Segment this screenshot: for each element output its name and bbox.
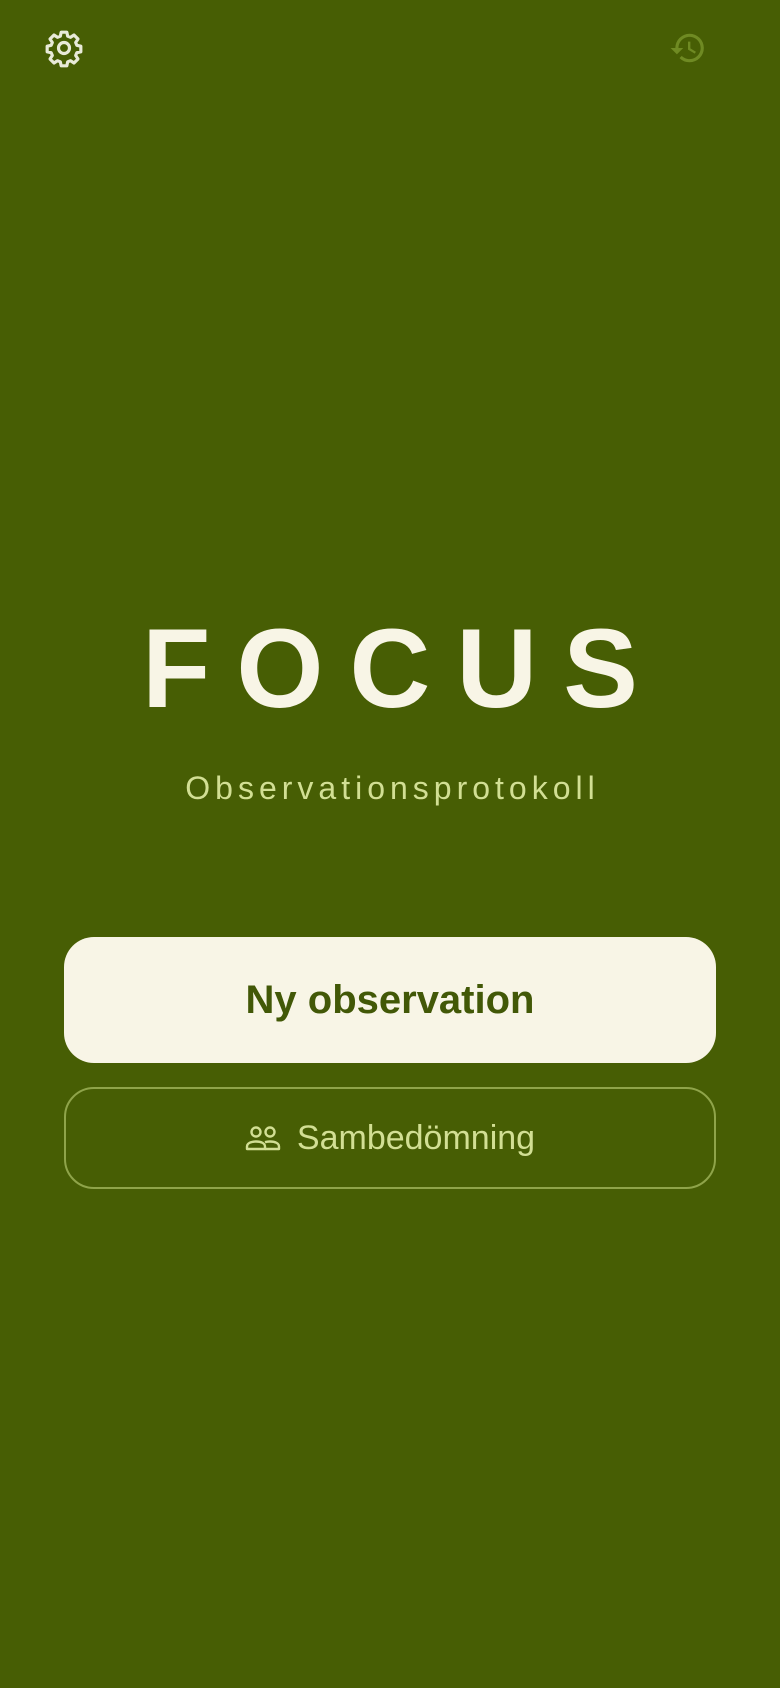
history-button[interactable]	[666, 26, 710, 70]
app-title: FOCUS	[142, 606, 664, 731]
settings-button[interactable]	[42, 26, 86, 70]
co-assessment-label: Sambedömning	[296, 1118, 536, 1157]
new-observation-button[interactable]: Ny observation	[64, 937, 716, 1063]
app-subtitle: Observationsprotokoll	[185, 770, 600, 806]
history-icon	[669, 29, 707, 67]
co-assessment-button[interactable]: Sambedömning	[64, 1087, 716, 1189]
gear-icon	[44, 28, 84, 68]
people-icon	[245, 1125, 281, 1151]
new-observation-label: Ny observation	[245, 977, 535, 1022]
